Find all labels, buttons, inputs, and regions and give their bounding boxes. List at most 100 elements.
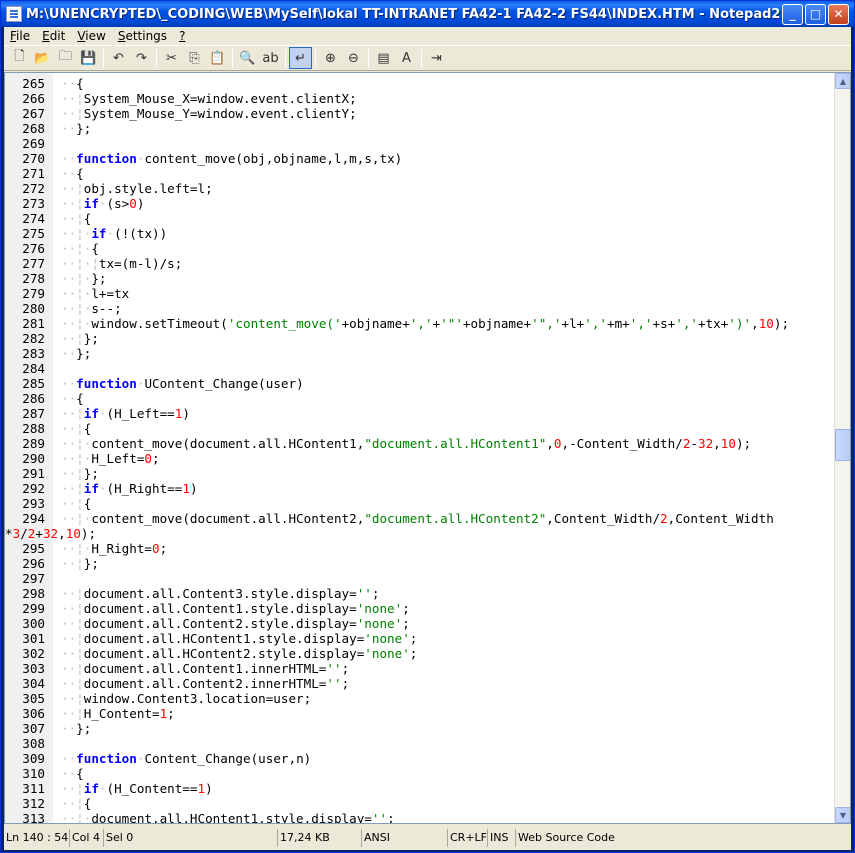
line-text: ··¦·¦tx=(m-l)/s;	[61, 256, 183, 271]
wordwrap-button[interactable]: ↵	[289, 47, 312, 69]
line-text: ··¦};	[61, 466, 99, 481]
line-number: 286	[22, 391, 45, 406]
status-position: Ln 140 : 545	[4, 829, 70, 847]
browse-button[interactable]: 🗀	[54, 47, 77, 69]
menu-file-label: ile	[16, 29, 31, 43]
title-bar[interactable]: M:\UNENCRYPTED\_CODING\WEB\MySelf\lokal …	[1, 1, 854, 27]
line-number: 306	[22, 706, 45, 721]
replace-button[interactable]: ab	[259, 47, 282, 69]
line-text: ··¦·l+=tx	[61, 286, 130, 301]
toolbar: 🗋 📂 🗀 💾 ↶ ↷ ✂ ⎘ 📋 🔍 ab ↵ ⊕ ⊖ ▤ A ⇥	[4, 45, 851, 71]
line-number: 294	[22, 511, 45, 526]
line-text: ··¦document.all.HContent2.style.display=…	[61, 646, 418, 661]
exit-button[interactable]: ⇥	[425, 47, 448, 69]
open-icon: 📂	[34, 50, 51, 66]
line-text: ··function·UContent_Change(user)	[61, 376, 304, 391]
redo-button[interactable]: ↷	[130, 47, 153, 69]
line-text: ··¦{	[61, 496, 92, 511]
status-file-size: 17,24 KB	[278, 829, 362, 847]
line-text: ··¦·document.all.HContent1.style.display…	[61, 811, 395, 824]
line-number: 297	[22, 571, 45, 586]
line-text: ··¦·content_move(document.all.HContent1,…	[61, 436, 752, 451]
line-number: 283	[22, 346, 45, 361]
line-number: 310	[22, 766, 45, 781]
menu-file[interactable]: File	[4, 29, 36, 43]
menu-view[interactable]: View	[71, 29, 111, 43]
font-icon: A	[402, 50, 411, 66]
line-text: ··{	[61, 391, 84, 406]
menu-help[interactable]: ?	[173, 29, 191, 43]
line-number: 300	[22, 616, 45, 631]
undo-icon: ↶	[113, 50, 124, 66]
line-text: ··¦document.all.Content3.style.display='…	[61, 586, 380, 601]
status-scheme[interactable]: Web Source Code	[516, 829, 846, 847]
line-text: ··¦document.all.Content2.style.display='…	[61, 616, 410, 631]
scroll-down-button[interactable]: ▼	[835, 807, 850, 823]
paste-icon: 📋	[209, 50, 226, 66]
line-number: 279	[22, 286, 45, 301]
client-area: File Edit View Settings ? 🗋 📂 🗀 💾 ↶ ↷ ✂ ⎘ 📋 🔍 ab ↵ ⊕…	[4, 27, 851, 850]
find-icon: 🔍	[239, 50, 256, 66]
line-text: ··{	[61, 766, 84, 781]
line-number: 287	[22, 406, 45, 421]
schemes-icon: ▤	[377, 50, 390, 66]
line-text: *3/2+32,10);	[5, 526, 97, 541]
line-number: 282	[22, 331, 45, 346]
menu-view-label: iew	[85, 29, 106, 43]
minimize-button[interactable]: _	[782, 3, 803, 25]
code-editor[interactable]: 265 ··{266 ··¦System_Mouse_X=window.event.…	[4, 72, 851, 824]
status-line-ending[interactable]: CR+LF	[448, 829, 488, 847]
line-text: ··¦·window.setTimeout('content_move('+ob…	[61, 316, 790, 331]
zoom-in-button[interactable]: ⊕	[319, 47, 342, 69]
line-text: ··¦·s--;	[61, 301, 122, 316]
copy-button[interactable]: ⎘	[183, 47, 206, 69]
status-insert-mode[interactable]: INS	[488, 829, 516, 847]
zoom-out-button[interactable]: ⊖	[342, 47, 365, 69]
replace-icon: ab	[262, 50, 279, 66]
line-number: 272	[22, 181, 45, 196]
line-text: ··¦document.all.Content1.style.display='…	[61, 601, 410, 616]
find-button[interactable]: 🔍	[236, 47, 259, 69]
notepad-app-icon[interactable]	[6, 6, 22, 22]
line-text: ··¦System_Mouse_X=window.event.clientX;	[61, 91, 357, 106]
close-button[interactable]: ✕	[828, 3, 849, 25]
line-number: 292	[22, 481, 45, 496]
line-text: ··¦System_Mouse_Y=window.event.clientY;	[61, 106, 357, 121]
line-number: 275	[22, 226, 45, 241]
font-button[interactable]: A	[395, 47, 418, 69]
toolbar-separator	[232, 49, 233, 67]
line-text: ··¦·if·(!(tx))	[61, 226, 168, 241]
line-text: ··¦·content_move(document.all.HContent2,…	[61, 511, 774, 526]
cut-icon: ✂	[166, 50, 177, 66]
save-button[interactable]: 💾	[77, 47, 100, 69]
menu-edit[interactable]: Edit	[36, 29, 71, 43]
line-number: 267	[22, 106, 45, 121]
line-text: ··¦document.all.Content1.innerHTML='';	[61, 661, 350, 676]
status-encoding[interactable]: ANSI	[362, 829, 448, 847]
maximize-button[interactable]: □	[805, 3, 826, 25]
line-number: 284	[22, 361, 45, 376]
cut-button[interactable]: ✂	[160, 47, 183, 69]
line-number: 293	[22, 496, 45, 511]
line-number: 278	[22, 271, 45, 286]
vertical-scrollbar[interactable]: ▲ ▼	[834, 73, 850, 823]
line-number: 269	[22, 136, 45, 151]
undo-button[interactable]: ↶	[107, 47, 130, 69]
status-column: Col 4	[70, 829, 104, 847]
line-number: 299	[22, 601, 45, 616]
scroll-thumb[interactable]	[835, 429, 850, 461]
toolbar-separator	[103, 49, 104, 67]
browse-icon: 🗀	[58, 49, 72, 64]
scroll-up-button[interactable]: ▲	[835, 73, 850, 89]
menu-settings[interactable]: Settings	[112, 29, 173, 43]
menu-edit-label: dit	[49, 29, 66, 43]
open-button[interactable]: 📂	[31, 47, 54, 69]
line-text: ··¦·};	[61, 271, 107, 286]
line-text: ··¦·H_Right=0;	[61, 541, 168, 556]
code-text-area[interactable]: 265 ··{266 ··¦System_Mouse_X=window.event.…	[5, 73, 837, 823]
line-text: ··¦{	[61, 211, 92, 226]
schemes-button[interactable]: ▤	[372, 47, 395, 69]
paste-button[interactable]: 📋	[206, 47, 229, 69]
new-button[interactable]: 🗋	[8, 47, 31, 69]
line-number: 266	[22, 91, 45, 106]
